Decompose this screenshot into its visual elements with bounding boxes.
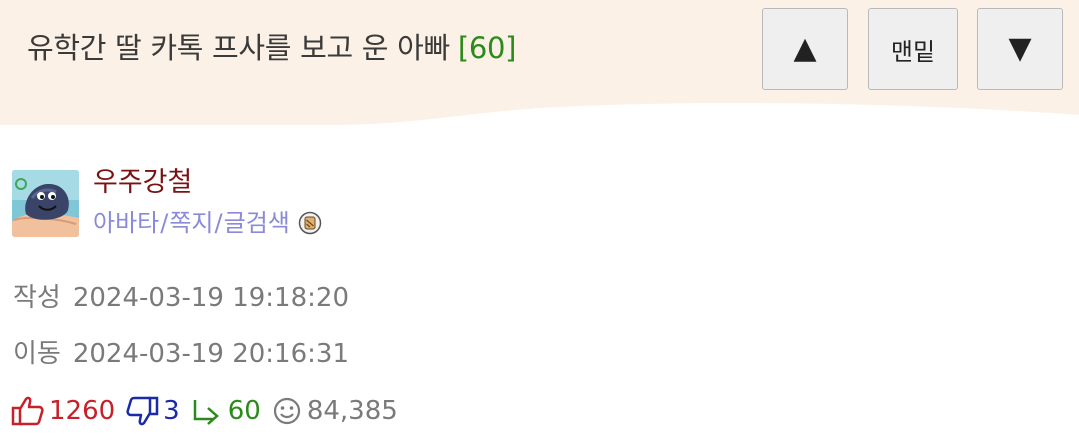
smiley-face-icon	[273, 397, 300, 425]
view-stat: 84,385	[271, 395, 398, 427]
post-title-text: 유학간 딸 카톡 프사를 보고 운 아빠	[27, 31, 450, 65]
author-name[interactable]: 우주강철	[93, 165, 192, 201]
level-badge-icon	[298, 211, 322, 235]
upvote-count: 1260	[49, 396, 116, 426]
created-value: 2024-03-19 19:18:20	[72, 283, 349, 313]
moved-timestamp: 이동 2024-03-19 20:16:31	[13, 337, 349, 371]
post-title: 유학간 딸 카톡 프사를 보고 운 아빠 [60]	[27, 26, 516, 70]
created-label: 작성	[13, 283, 61, 313]
avatar-link[interactable]: 아바타	[93, 207, 159, 239]
author-links: 아바타 / 쪽지 / 글검색	[93, 207, 322, 239]
triangle-down-icon: ▼	[1008, 31, 1032, 66]
moved-label: 이동	[13, 339, 61, 369]
post-stats: 1260 3 60 84,385	[11, 393, 408, 429]
upvote-stat[interactable]: 1260	[11, 395, 115, 427]
moved-value: 2024-03-19 20:16:31	[72, 339, 349, 369]
scroll-down-button[interactable]: ▼	[977, 8, 1063, 90]
avatar-image	[12, 170, 79, 237]
thumbs-down-icon	[126, 396, 159, 426]
reply-arrow-icon	[193, 400, 219, 425]
scroll-up-button[interactable]: ▲	[762, 8, 848, 90]
downvote-stat[interactable]: 3	[125, 395, 180, 427]
scroll-bottom-label: 맨밑	[890, 37, 936, 66]
scroll-bottom-button[interactable]: 맨밑	[868, 8, 958, 90]
thumbs-up-icon	[11, 396, 44, 426]
view-count: 84,385	[306, 396, 398, 426]
link-separator: /	[214, 209, 223, 237]
avatar[interactable]	[12, 170, 79, 237]
downvote-count: 3	[163, 396, 180, 426]
created-timestamp: 작성 2024-03-19 19:18:20	[13, 281, 349, 315]
comment-count[interactable]: [60]	[458, 31, 517, 65]
post-search-link[interactable]: 글검색	[224, 207, 290, 239]
message-link[interactable]: 쪽지	[169, 207, 213, 239]
reply-count: 60	[227, 396, 261, 426]
reply-stat[interactable]: 60	[190, 395, 261, 427]
triangle-up-icon: ▲	[793, 31, 817, 66]
link-separator: /	[160, 209, 169, 237]
